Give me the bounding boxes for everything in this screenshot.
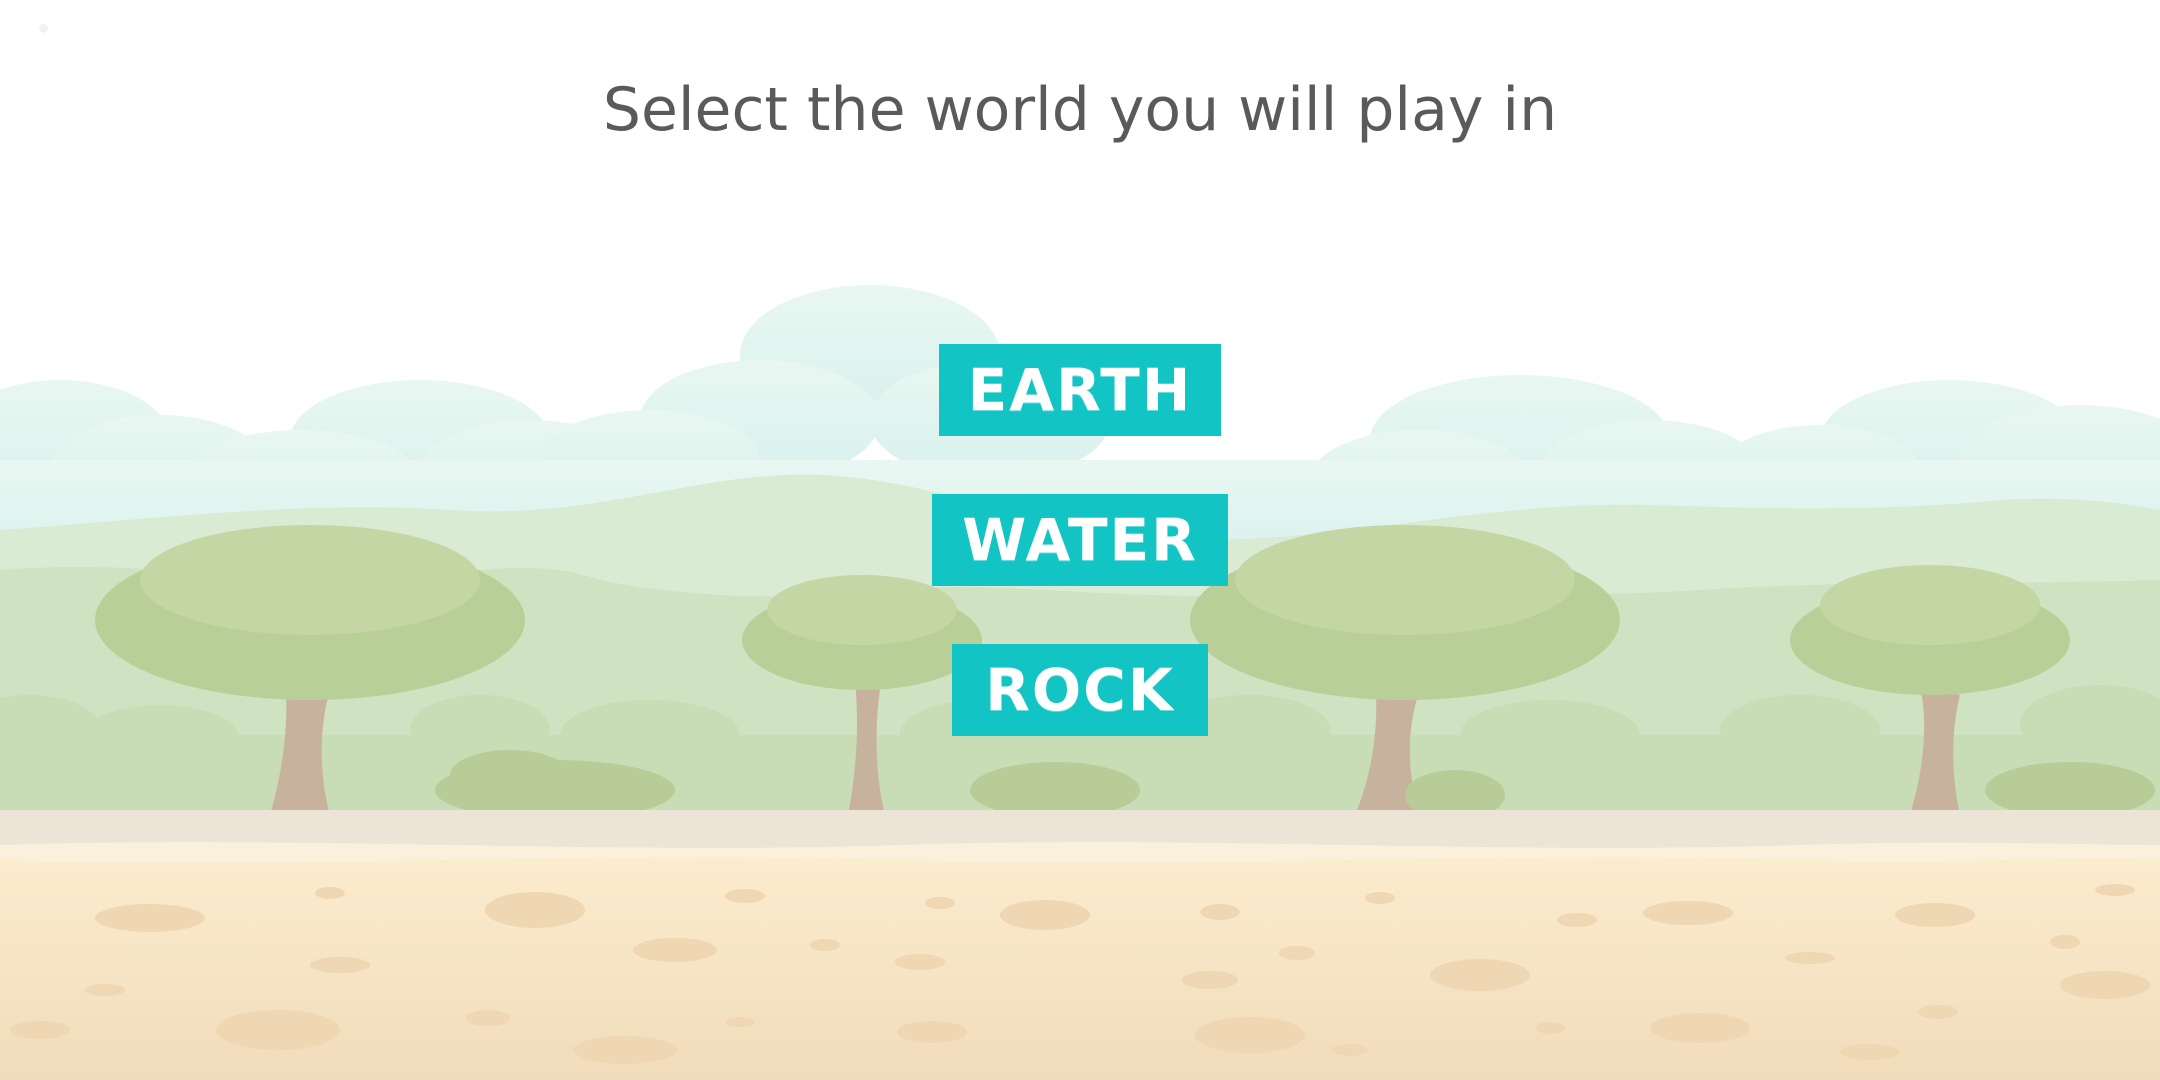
page-title: Select the world you will play in	[602, 75, 1558, 145]
world-button-rock[interactable]: Rock	[952, 644, 1208, 736]
world-select-screen: Select the world you will play in Earth …	[0, 0, 2160, 1080]
corner-dot	[39, 24, 48, 33]
world-button-earth[interactable]: Earth	[939, 344, 1221, 436]
world-button-water[interactable]: Water	[932, 494, 1228, 586]
